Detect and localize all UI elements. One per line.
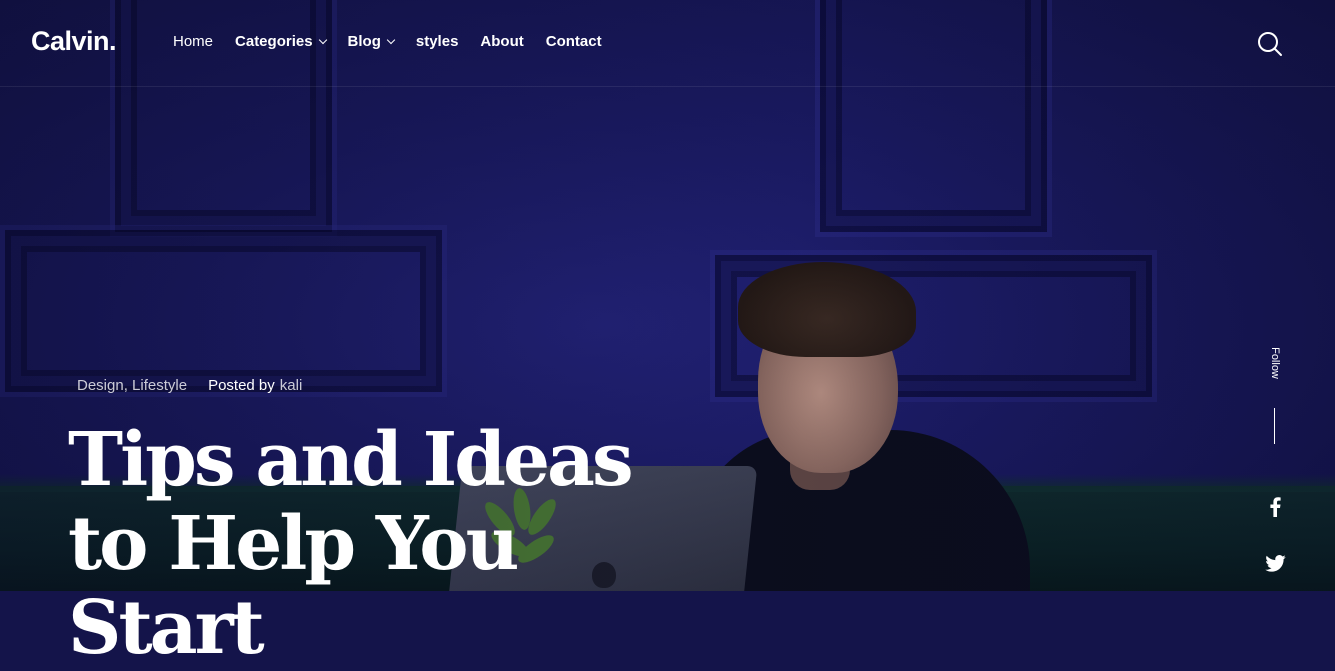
site-header: Calvin. Home Categories Blog styles Abou… (0, 0, 1335, 87)
follow-label: Follow (1267, 345, 1283, 385)
main-nav: Home Categories Blog styles About Contac… (173, 33, 624, 50)
follow-divider (1274, 408, 1275, 444)
nav-item-blog[interactable]: Blog (347, 33, 396, 50)
nav-item-styles[interactable]: styles (416, 33, 459, 50)
post-author[interactable]: kali (280, 377, 303, 394)
nav-item-about[interactable]: About (480, 33, 523, 50)
nav-item-contact[interactable]: Contact (546, 33, 602, 50)
posted-by-label: Posted by (208, 377, 275, 394)
facebook-icon[interactable] (1264, 496, 1286, 518)
nav-item-label: About (480, 33, 524, 50)
nav-item-label: styles (415, 33, 459, 50)
follow-text: Follow (1269, 347, 1281, 379)
post-meta: Design, Lifestyle Posted by kali (77, 377, 302, 394)
post-title[interactable]: Tips and Ideas to Help You Start (68, 418, 688, 670)
chevron-down-icon (318, 35, 327, 45)
nav-item-label: Home (173, 33, 214, 50)
post-categories[interactable]: Design, Lifestyle (77, 377, 187, 394)
nav-item-categories[interactable]: Categories (235, 33, 327, 50)
twitter-icon[interactable] (1264, 552, 1286, 574)
chevron-down-icon (386, 35, 396, 45)
nav-item-label: Contact (545, 33, 602, 50)
nav-item-label: Categories (235, 33, 313, 50)
nav-item-home[interactable]: Home (173, 33, 213, 50)
nav-item-label: Blog (347, 33, 381, 50)
site-logo[interactable]: Calvin. (31, 26, 117, 57)
search-icon[interactable] (1257, 31, 1283, 57)
